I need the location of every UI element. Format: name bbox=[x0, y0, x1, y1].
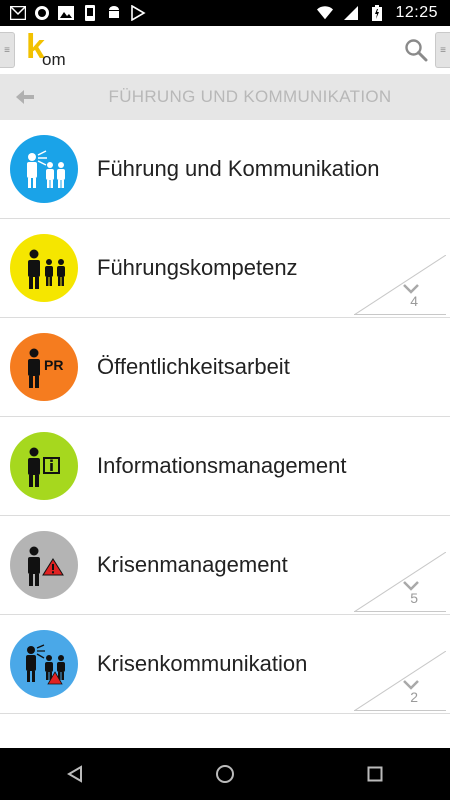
item-label: Informationsmanagement bbox=[97, 453, 347, 478]
list-item-fuehrungskompetenz[interactable]: Führungskompetenz 4 bbox=[0, 219, 450, 318]
item-label: Krisenmanagement bbox=[97, 552, 288, 577]
expand-corner[interactable]: 5 bbox=[353, 551, 447, 613]
subitem-count: 5 bbox=[410, 590, 418, 606]
system-nav-bar bbox=[0, 748, 450, 800]
device-icon bbox=[82, 5, 98, 21]
list-item-fuehrung-kommunikation[interactable]: Führung und Kommunikation bbox=[0, 120, 450, 219]
subitem-count: 2 bbox=[410, 689, 418, 705]
item-label: Öffentlichkeitsarbeit bbox=[97, 354, 290, 379]
app-bar: ≡ k om ≡ bbox=[0, 26, 450, 74]
app-logo: k om bbox=[24, 28, 66, 70]
status-right: 12:25 bbox=[317, 4, 450, 22]
section-header: FÜHRUNG UND KOMMUNIKATION bbox=[0, 74, 450, 120]
list-item-oeffentlichkeitsarbeit[interactable]: PR Öffentlichkeitsarbeit bbox=[0, 318, 450, 417]
section-title: FÜHRUNG UND KOMMUNIKATION bbox=[108, 87, 392, 106]
list-item-informationsmanagement[interactable]: Informationsmanagement bbox=[0, 417, 450, 516]
list-item-krisenkommunikation[interactable]: Krisenkommunikation 2 bbox=[0, 615, 450, 714]
play-store-icon bbox=[130, 5, 146, 21]
status-left-icons bbox=[0, 5, 146, 21]
expand-corner[interactable]: 4 bbox=[353, 254, 447, 316]
app-icon bbox=[34, 5, 50, 21]
information-management-icon bbox=[10, 432, 78, 500]
pr-badge-text: PR bbox=[44, 357, 63, 373]
chevron-down-icon bbox=[403, 578, 419, 591]
crisis-communication-icon bbox=[10, 630, 78, 698]
list-item-krisenmanagement[interactable]: Krisenmanagement 5 bbox=[0, 516, 450, 615]
category-list: Führung und Kommunikation Führungskompet… bbox=[0, 120, 450, 714]
android-icon bbox=[106, 5, 122, 21]
status-bar: 12:25 bbox=[0, 0, 450, 26]
nav-back-icon[interactable] bbox=[55, 754, 95, 794]
battery-icon bbox=[369, 5, 385, 21]
chevron-down-icon bbox=[403, 281, 419, 294]
leadership-communication-icon bbox=[10, 135, 78, 203]
public-relations-icon: PR bbox=[10, 333, 78, 401]
status-time: 12:25 bbox=[395, 4, 438, 21]
right-drawer-handle[interactable]: ≡ bbox=[435, 32, 450, 68]
logo-om: om bbox=[42, 50, 66, 69]
crisis-management-icon bbox=[10, 531, 78, 599]
item-label: Führungskompetenz bbox=[97, 255, 298, 280]
item-label: Führung und Kommunikation bbox=[97, 156, 380, 181]
gmail-icon bbox=[10, 5, 26, 21]
image-icon bbox=[58, 5, 74, 21]
leadership-competence-icon bbox=[10, 234, 78, 302]
left-drawer-handle[interactable]: ≡ bbox=[0, 32, 15, 68]
wifi-icon bbox=[317, 5, 334, 21]
subitem-count: 4 bbox=[410, 293, 418, 309]
item-label: Krisenkommunikation bbox=[97, 651, 308, 676]
chevron-down-icon bbox=[403, 677, 419, 690]
nav-home-icon[interactable] bbox=[205, 754, 245, 794]
back-arrow-icon[interactable] bbox=[14, 88, 36, 106]
expand-corner[interactable]: 2 bbox=[353, 650, 447, 712]
search-icon[interactable] bbox=[404, 38, 428, 62]
nav-recents-icon[interactable] bbox=[355, 754, 395, 794]
signal-icon bbox=[343, 5, 359, 21]
